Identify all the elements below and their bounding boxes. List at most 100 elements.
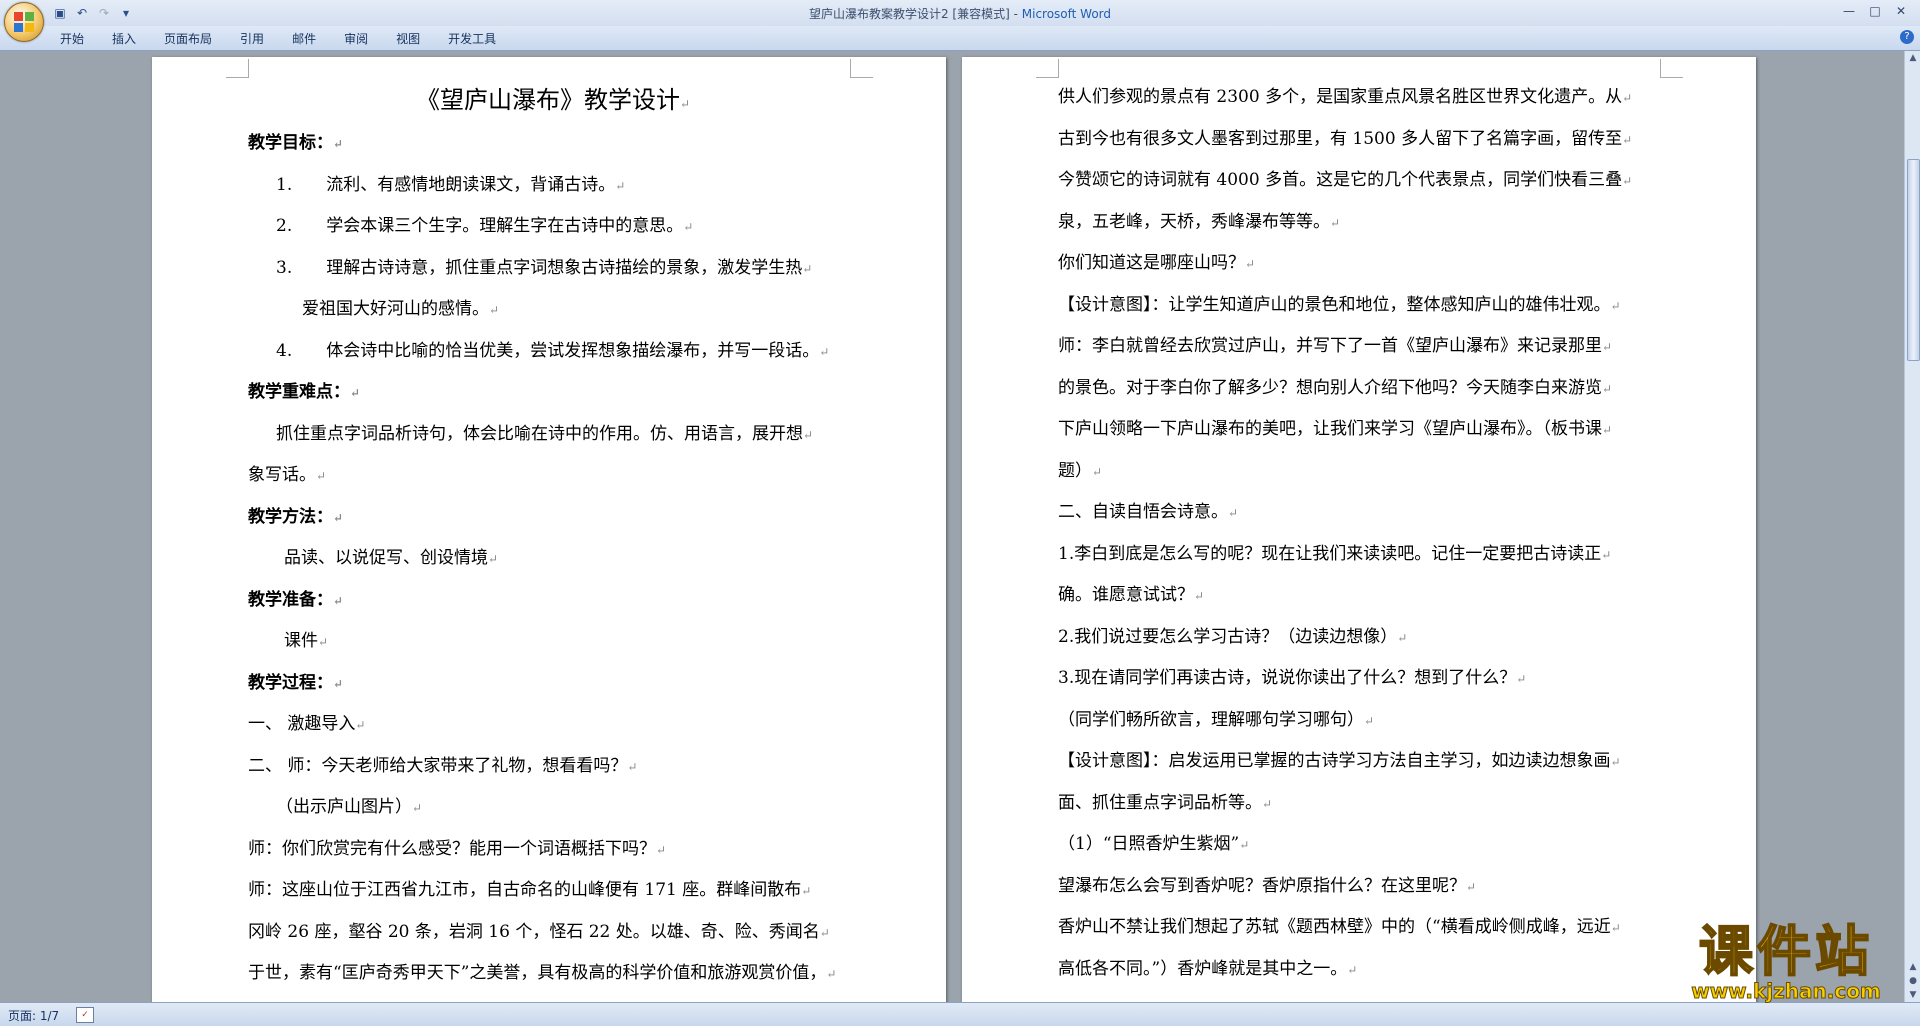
paragraph-text: 师：这座山位于江西省九江市，自古命名的山峰便有 171 座。群峰间散布 <box>248 880 802 900</box>
document-paragraph: 下庐山领略一下庐山瀑布的美吧，让我们来学习《望庐山瀑布》。（板书课↵ <box>1058 409 1668 451</box>
paragraph-text: 题） <box>1058 460 1092 481</box>
document-paragraph: 3. 理解古诗诗意，抓住重点字词想象古诗描绘的景象，激发学生热↵ <box>248 248 858 290</box>
next-page-icon[interactable]: ▼ <box>1905 988 1920 1002</box>
close-icon[interactable]: ✕ <box>1888 2 1914 20</box>
paragraph-text: 今赞颂它的诗词就有 4000 多首。这是它的几个代表景点，同学们快看三叠 <box>1058 170 1623 190</box>
ribbon-tab[interactable]: 审阅 <box>344 30 368 47</box>
document-paragraph: 象写话。↵ <box>248 455 858 497</box>
paragraph-mark-icon: ↵ <box>1262 796 1273 811</box>
document-title-text: 《望庐山瀑布》教学设计 <box>415 86 680 114</box>
document-paragraph: 泉，五老峰，天桥，秀峰瀑布等等。↵ <box>1058 202 1668 244</box>
paragraph-text: 一、 激趣导入 <box>248 714 356 734</box>
paragraph-mark-icon: ↵ <box>679 97 691 111</box>
scrollbar-thumb[interactable] <box>1907 159 1920 361</box>
document-paragraph: 1.李白到底是怎么写的呢？现在让我们来读读吧。记住一定要把古诗读正↵ <box>1058 534 1668 576</box>
document-paragraph: 供人们参观的景点有 2300 多个，是国家重点风景名胜区世界文化遗产。从↵ <box>1058 77 1668 119</box>
office-button[interactable] <box>4 2 44 42</box>
paragraph-text: （出示庐山图片） <box>276 797 412 817</box>
document-paragraph: 品读、以说促写、创设情境↵ <box>248 538 858 580</box>
document-page-left[interactable]: 《望庐山瀑布》教学设计↵ 教学目标：↵ 1. 流利、有感情地朗读课文，背诵古诗。↵… <box>152 57 946 1002</box>
paragraph-mark-icon: ↵ <box>1602 381 1613 396</box>
previous-page-icon[interactable]: ▲ <box>1905 960 1920 974</box>
document-paragraph: 2.我们说过要怎么学习古诗？（边读边想像）↵ <box>1058 617 1668 659</box>
document-paragraph: 高低各不同。”）香炉峰就是其中之一。↵ <box>1058 949 1668 991</box>
document-paragraph: 确。谁愿意试试？↵ <box>1058 575 1668 617</box>
paragraph-text: 你们知道这是哪座山吗？ <box>1058 253 1245 273</box>
proofing-icon[interactable]: ✓ <box>76 1007 94 1023</box>
ribbon-tab[interactable]: 引用 <box>240 30 264 47</box>
paragraph-mark-icon: ↵ <box>1622 91 1633 105</box>
document-paragraph: 课件↵ <box>248 621 858 663</box>
scroll-up-icon[interactable]: ▲ <box>1905 51 1920 65</box>
ribbon-tab[interactable]: 视图 <box>396 30 420 47</box>
vertical-scrollbar[interactable]: ▲ ▲ ● ▼ <box>1904 51 1920 1002</box>
document-paragraph: 师：这座山位于江西省九江市，自古命名的山峰便有 171 座。群峰间散布↵ <box>248 870 858 912</box>
paragraph-text: 高低各不同。”）香炉峰就是其中之一。 <box>1058 958 1348 979</box>
paragraph-mark-icon: ↵ <box>615 178 626 193</box>
paragraph-mark-icon: ↵ <box>1092 464 1103 479</box>
ribbon-tab[interactable]: 开发工具 <box>448 30 496 47</box>
document-paragraph: 爱祖国大好河山的感情。↵ <box>248 289 858 331</box>
paragraph-text: （同学们畅所欲言，理解哪句学习哪句） <box>1058 709 1364 730</box>
paragraph-text: 1.李白到底是怎么写的呢？现在让我们来读读吧。记住一定要把古诗读正 <box>1058 543 1602 564</box>
page-count[interactable]: 页面: 1/7 <box>8 1007 59 1024</box>
paragraph-mark-icon: ↵ <box>1601 547 1612 562</box>
watermark-title: 课件站 <box>1698 920 1873 983</box>
paragraph-mark-icon: ↵ <box>803 427 814 442</box>
paragraph-mark-icon: ↵ <box>1466 879 1477 894</box>
document-page-right[interactable]: 供人们参观的景点有 2300 多个，是国家重点风景名胜区世界文化遗产。从↵ 古到今… <box>962 57 1756 1002</box>
window-title-doc: 望庐山瀑布教案教学设计2 [兼容模式] <box>808 7 1010 21</box>
minimize-icon[interactable]: — <box>1836 2 1862 20</box>
paragraph-text: 抓住重点字词品析诗句，体会比喻在诗中的作用。仿、用语言，展开想 <box>276 423 803 444</box>
paragraph-text: 3. 理解古诗诗意，抓住重点字词想象古诗描绘的景象，激发学生热 <box>276 257 803 278</box>
paragraph-text: 古到今也有很多文人墨客到过那里，有 1500 多人留下了名篇字画，留传至 <box>1058 128 1623 149</box>
browse-object-icon[interactable]: ● <box>1905 974 1920 988</box>
document-paragraph: 面、抓住重点字词品析等。↵ <box>1058 783 1668 825</box>
document-paragraph: 4. 体会诗中比喻的恰当优美，尝试发挥想象描绘瀑布，并写一段话。↵ <box>248 331 858 373</box>
document-paragraph: 冈岭 26 座，壑谷 20 条，岩洞 16 个，怪石 22 处。以雄、奇、险、秀… <box>248 912 858 954</box>
document-paragraph: 师：李白就曾经去欣赏过庐山，并写下了一首《望庐山瀑布》来记录那里↵ <box>1058 326 1668 368</box>
paragraph-mark-icon: ↵ <box>801 884 812 898</box>
document-paragraph: 于世，素有“匡庐奇秀甲天下”之美誉，具有极高的科学价值和旅游观赏价值，↵ <box>248 953 858 995</box>
paragraph-mark-icon: ↵ <box>627 759 638 774</box>
ribbon-tab[interactable]: 页面布局 <box>164 30 212 47</box>
paragraph-mark-icon: ↵ <box>333 137 344 151</box>
ribbon-tab[interactable]: 插入 <box>112 30 136 47</box>
paragraph-text: 供人们参观的景点有 2300 多个，是国家重点风景名胜区世界文化遗产。从 <box>1058 87 1623 107</box>
document-workspace: 《望庐山瀑布》教学设计↵ 教学目标：↵ 1. 流利、有感情地朗读课文，背诵古诗。↵… <box>0 51 1904 1002</box>
paragraph-text: 二、自读自悟会诗意。 <box>1058 502 1228 522</box>
document-paragraph: （1）“日照香炉生紫烟”↵ <box>1058 824 1668 866</box>
window-controls: — □ ✕ <box>1836 2 1914 20</box>
document-paragraph: 二、 师：今天老师给大家带来了礼物，想看看吗？↵ <box>248 746 858 788</box>
paragraph-mark-icon: ↵ <box>355 718 366 732</box>
paragraph-mark-icon: ↵ <box>1397 630 1408 645</box>
paragraph-text: 教学方法： <box>248 506 333 527</box>
paragraph-mark-icon: ↵ <box>333 676 344 691</box>
document-paragraph: 你们知道这是哪座山吗？↵ <box>1058 243 1668 285</box>
paragraph-mark-icon: ↵ <box>1622 132 1633 147</box>
left-page-content: 《望庐山瀑布》教学设计↵ 教学目标：↵ 1. 流利、有感情地朗读课文，背诵古诗。↵… <box>248 77 858 995</box>
paragraph-text: 下庐山领略一下庐山瀑布的美吧，让我们来学习《望庐山瀑布》。（板书课 <box>1058 419 1602 439</box>
paragraph-text: 泉，五老峰，天桥，秀峰瀑布等等。 <box>1058 211 1330 232</box>
paragraph-mark-icon: ↵ <box>826 967 837 981</box>
window-title: 望庐山瀑布教案教学设计2 [兼容模式] - Microsoft Word <box>0 5 1920 22</box>
maximize-icon[interactable]: □ <box>1862 2 1888 20</box>
ribbon-tab[interactable]: 开始 <box>60 30 84 47</box>
document-paragraph: 教学准备：↵ <box>248 580 858 622</box>
paragraph-text: 于世，素有“匡庐奇秀甲天下”之美誉，具有极高的科学价值和旅游观赏价值， <box>248 963 827 983</box>
document-title: 《望庐山瀑布》教学设计↵ <box>248 77 858 123</box>
paragraph-mark-icon: ↵ <box>333 510 344 525</box>
paragraph-mark-icon: ↵ <box>1610 921 1621 935</box>
paragraph-text: （1）“日照香炉生紫烟” <box>1058 834 1240 854</box>
help-icon[interactable]: ? <box>1900 30 1914 44</box>
document-paragraph: 师：你们欣赏完有什么感受？能用一个词语概括下吗？↵ <box>248 829 858 871</box>
paragraph-mark-icon: ↵ <box>316 469 327 483</box>
document-paragraph: 3.现在请同学们再读古诗，说说你读出了什么？想到了什么？↵ <box>1058 658 1668 700</box>
ribbon-tab[interactable]: 邮件 <box>292 30 316 47</box>
paragraph-mark-icon: ↵ <box>1347 962 1358 977</box>
right-page-content: 供人们参观的景点有 2300 多个，是国家重点风景名胜区世界文化遗产。从↵ 古到今… <box>1058 77 1668 990</box>
paragraph-text: 3.现在请同学们再读古诗，说说你读出了什么？想到了什么？ <box>1058 668 1517 688</box>
document-paragraph: 教学方法：↵ <box>248 497 858 539</box>
paragraph-text: 面、抓住重点字词品析等。 <box>1058 792 1262 813</box>
paragraph-text: 品读、以说促写、创设情境 <box>284 548 488 568</box>
